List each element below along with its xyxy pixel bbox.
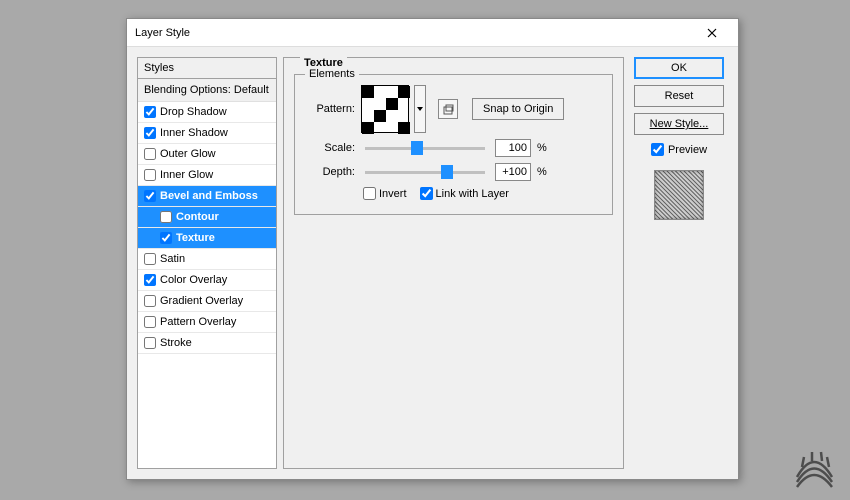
style-item-inner-glow[interactable]: Inner Glow bbox=[138, 165, 276, 186]
close-button[interactable] bbox=[694, 19, 730, 46]
reset-button[interactable]: Reset bbox=[634, 85, 724, 107]
depth-slider[interactable] bbox=[365, 171, 485, 174]
depth-label: Depth: bbox=[307, 166, 355, 178]
scale-row: Scale: % bbox=[307, 139, 600, 157]
blending-options[interactable]: Blending Options: Default bbox=[138, 79, 276, 102]
create-pattern-icon-button[interactable] bbox=[438, 99, 458, 119]
style-checkbox[interactable] bbox=[144, 127, 156, 139]
style-item-satin[interactable]: Satin bbox=[138, 249, 276, 270]
style-item-inner-shadow[interactable]: Inner Shadow bbox=[138, 123, 276, 144]
style-item-label: Stroke bbox=[160, 337, 192, 349]
style-checkbox[interactable] bbox=[144, 148, 156, 160]
style-item-stroke[interactable]: Stroke bbox=[138, 333, 276, 354]
depth-input[interactable] bbox=[495, 163, 531, 181]
elements-fieldset: Elements Pattern: bbox=[294, 74, 613, 215]
invert-input[interactable] bbox=[363, 187, 376, 200]
right-buttons: OK Reset New Style... Preview bbox=[630, 57, 728, 469]
scale-input[interactable] bbox=[495, 139, 531, 157]
style-checkbox[interactable] bbox=[144, 106, 156, 118]
new-style-button[interactable]: New Style... bbox=[634, 113, 724, 135]
watermark-icon bbox=[787, 437, 842, 492]
close-icon bbox=[707, 28, 717, 38]
styles-header[interactable]: Styles bbox=[138, 58, 276, 79]
texture-panel: Texture Elements Pattern: bbox=[283, 57, 624, 469]
scale-label: Scale: bbox=[307, 142, 355, 154]
pattern-row: Pattern: Snap to Ori bbox=[307, 85, 600, 133]
invert-link-row: Invert Link with Layer bbox=[363, 187, 600, 200]
depth-thumb[interactable] bbox=[441, 165, 453, 179]
style-checkbox[interactable] bbox=[144, 190, 156, 202]
depth-pct: % bbox=[537, 166, 547, 178]
link-checkbox[interactable]: Link with Layer bbox=[420, 187, 509, 200]
layer-style-dialog: Layer Style Styles Blending Options: Def… bbox=[126, 18, 739, 480]
style-checkbox[interactable] bbox=[144, 337, 156, 349]
elements-legend: Elements bbox=[305, 68, 359, 80]
style-checkbox[interactable] bbox=[144, 253, 156, 265]
pattern-swatch[interactable] bbox=[361, 85, 409, 133]
styles-list: Styles Blending Options: Default Drop Sh… bbox=[137, 57, 277, 469]
style-item-label: Texture bbox=[176, 232, 215, 244]
link-input[interactable] bbox=[420, 187, 433, 200]
scale-thumb[interactable] bbox=[411, 141, 423, 155]
preview-swatch bbox=[654, 170, 704, 220]
style-checkbox[interactable] bbox=[144, 295, 156, 307]
style-item-contour[interactable]: Contour bbox=[138, 207, 276, 228]
preview-checkbox[interactable]: Preview bbox=[651, 143, 707, 156]
style-item-label: Gradient Overlay bbox=[160, 295, 243, 307]
titlebar: Layer Style bbox=[127, 19, 738, 47]
style-item-bevel-and-emboss[interactable]: Bevel and Emboss bbox=[138, 186, 276, 207]
style-checkbox[interactable] bbox=[160, 232, 172, 244]
chevron-down-icon bbox=[417, 107, 423, 111]
style-item-label: Pattern Overlay bbox=[160, 316, 236, 328]
style-item-pattern-overlay[interactable]: Pattern Overlay bbox=[138, 312, 276, 333]
style-item-label: Inner Shadow bbox=[160, 127, 228, 139]
style-item-color-overlay[interactable]: Color Overlay bbox=[138, 270, 276, 291]
scale-pct: % bbox=[537, 142, 547, 154]
style-checkbox[interactable] bbox=[144, 316, 156, 328]
style-item-outer-glow[interactable]: Outer Glow bbox=[138, 144, 276, 165]
style-item-label: Color Overlay bbox=[160, 274, 227, 286]
invert-checkbox[interactable]: Invert bbox=[363, 187, 407, 200]
scale-slider[interactable] bbox=[365, 147, 485, 150]
preview-input[interactable] bbox=[651, 143, 664, 156]
style-item-label: Outer Glow bbox=[160, 148, 216, 160]
depth-row: Depth: % bbox=[307, 163, 600, 181]
style-item-label: Inner Glow bbox=[160, 169, 213, 181]
style-item-label: Satin bbox=[160, 253, 185, 265]
dialog-body: Styles Blending Options: Default Drop Sh… bbox=[127, 47, 738, 479]
style-checkbox[interactable] bbox=[144, 169, 156, 181]
style-item-gradient-overlay[interactable]: Gradient Overlay bbox=[138, 291, 276, 312]
style-checkbox[interactable] bbox=[144, 274, 156, 286]
dialog-title: Layer Style bbox=[135, 27, 694, 39]
style-item-label: Drop Shadow bbox=[160, 106, 227, 118]
new-preset-icon bbox=[443, 104, 454, 115]
style-checkbox[interactable] bbox=[160, 211, 172, 223]
style-item-label: Bevel and Emboss bbox=[160, 190, 258, 202]
pattern-label: Pattern: bbox=[307, 103, 355, 115]
style-item-texture[interactable]: Texture bbox=[138, 228, 276, 249]
style-item-label: Contour bbox=[176, 211, 219, 223]
pattern-dropdown[interactable] bbox=[414, 85, 426, 133]
snap-to-origin-button[interactable]: Snap to Origin bbox=[472, 98, 564, 120]
ok-button[interactable]: OK bbox=[634, 57, 724, 79]
style-item-drop-shadow[interactable]: Drop Shadow bbox=[138, 102, 276, 123]
